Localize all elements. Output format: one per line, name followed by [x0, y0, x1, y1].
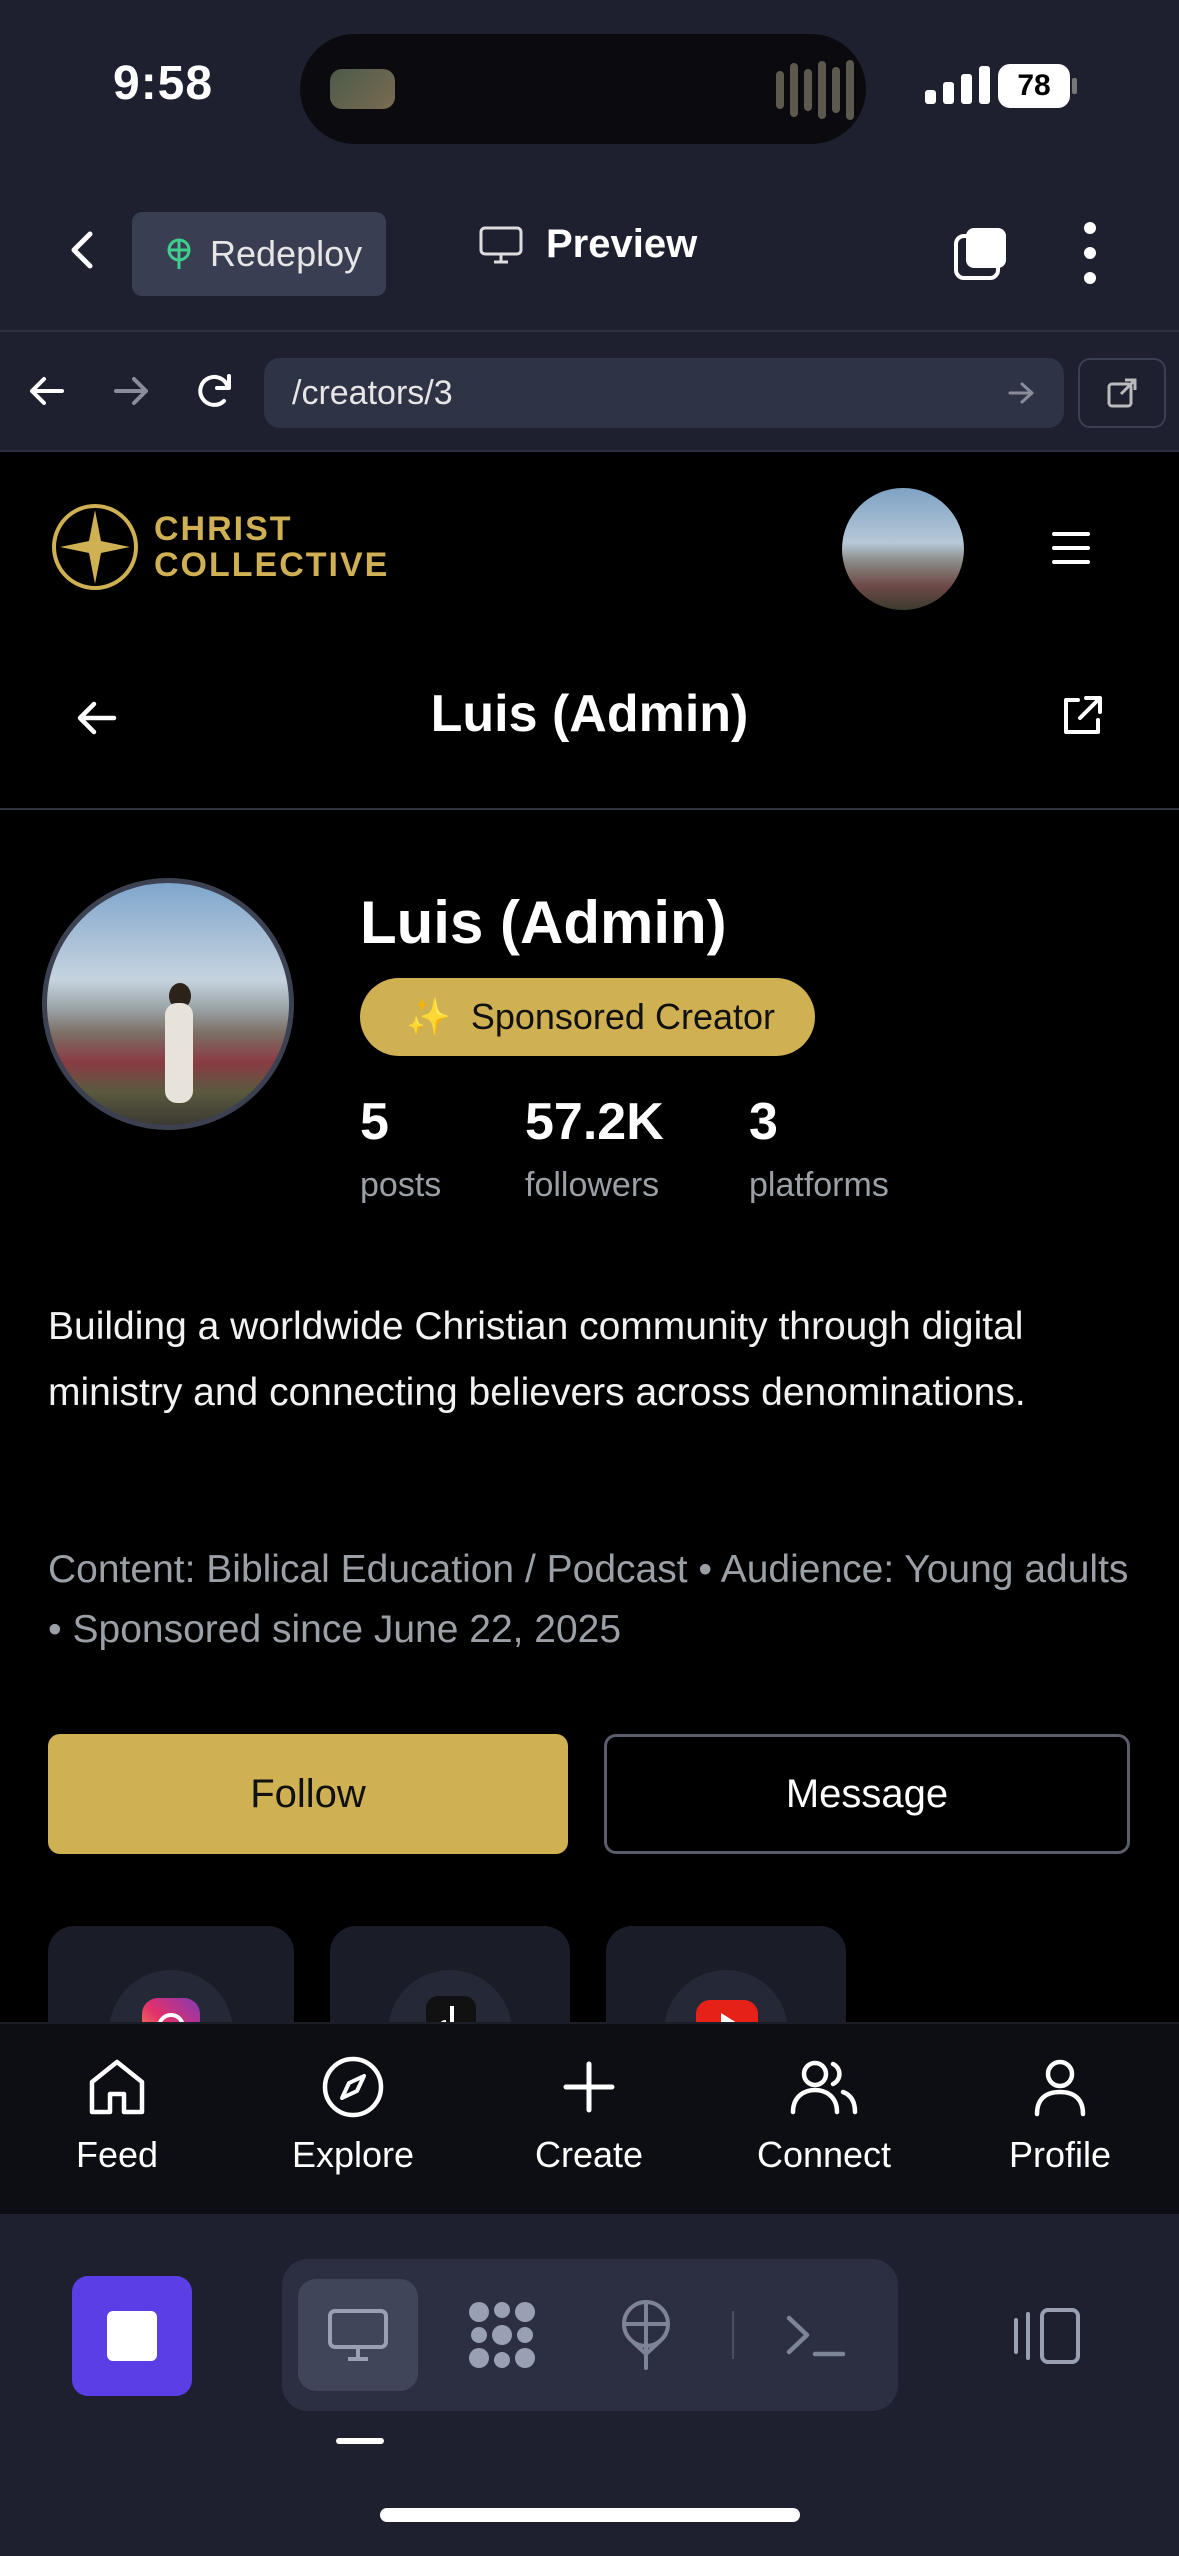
nav-create-label: Create: [534, 2134, 644, 2175]
nav-profile[interactable]: Profile: [960, 2054, 1160, 2176]
toolbar-divider: [732, 2311, 734, 2359]
url-text: /creators/3: [292, 373, 453, 412]
nav-explore-label: Explore: [291, 2134, 415, 2175]
users-icon: [790, 2060, 858, 2115]
top-toolbar: Redeploy Preview: [0, 170, 1179, 330]
external-link-icon: [1107, 378, 1137, 408]
compass-icon: [322, 2056, 384, 2118]
url-input[interactable]: /creators/3: [264, 358, 1064, 428]
star-logo-icon: [52, 504, 138, 590]
user-avatar[interactable]: [842, 488, 964, 610]
stat-platforms-value: 3: [749, 1093, 778, 1151]
home-indicator: [380, 2508, 800, 2522]
nav-feed[interactable]: Feed: [17, 2054, 217, 2176]
user-icon: [1034, 2059, 1086, 2117]
battery-nub: [1072, 78, 1077, 94]
workspace-toolbar: [0, 2214, 1179, 2556]
chevron-left-icon[interactable]: [60, 226, 108, 274]
brand-logo[interactable]: CHRIST COLLECTIVE: [50, 502, 389, 592]
tabs-icon[interactable]: [952, 224, 1010, 282]
platform-card-tiktok[interactable]: [330, 1926, 570, 2022]
redeploy-button[interactable]: Redeploy: [132, 212, 386, 296]
active-tab-indicator: [336, 2438, 384, 2444]
share-external-icon[interactable]: [1056, 690, 1108, 742]
status-bar: 9:58 78: [0, 0, 1179, 170]
now-playing-thumbnail: [330, 69, 395, 109]
terminal-icon[interactable]: [756, 2279, 876, 2391]
menu-icon[interactable]: [1052, 532, 1090, 564]
nav-create[interactable]: Create: [489, 2054, 689, 2176]
stat-posts-value: 5: [360, 1093, 389, 1151]
profile-avatar: [42, 878, 294, 1130]
profile-bio: Building a worldwide Christian community…: [48, 1305, 1026, 1414]
stat-platforms-label: platforms: [749, 1166, 889, 1204]
platform-card-instagram[interactable]: [48, 1926, 294, 2022]
page-header: Luis (Admin): [0, 642, 1179, 810]
home-icon: [89, 2059, 145, 2115]
more-options-icon[interactable]: [1080, 222, 1100, 284]
monitor-icon: [479, 226, 523, 263]
nav-explore[interactable]: Explore: [253, 2054, 453, 2176]
apps-grid-icon[interactable]: [442, 2279, 562, 2391]
open-external-button[interactable]: [1078, 358, 1166, 428]
arrow-right-icon[interactable]: [108, 368, 154, 414]
deploy-icon: [167, 238, 191, 269]
nav-feed-label: Feed: [75, 2134, 159, 2175]
panels-icon[interactable]: [1012, 2306, 1082, 2366]
view-switcher: [282, 2259, 898, 2411]
badge-label: Sponsored Creator: [470, 996, 775, 1037]
instagram-icon: [142, 1998, 200, 2022]
nav-connect-label: Connect: [756, 2134, 892, 2175]
app-viewport: CHRIST COLLECTIVE Luis (Admin) Luis (Adm…: [0, 452, 1179, 2022]
redeploy-label: Redeploy: [210, 233, 363, 274]
nav-profile-label: Profile: [1008, 2134, 1112, 2175]
monitor-icon[interactable]: [298, 2279, 418, 2391]
go-arrow-icon[interactable]: [1004, 376, 1038, 410]
youtube-icon: [696, 2000, 758, 2022]
brand-line-1: CHRIST: [154, 510, 293, 548]
message-button[interactable]: Message: [604, 1734, 1130, 1854]
battery-indicator: 78: [998, 64, 1070, 108]
brand-line-2: COLLECTIVE: [154, 546, 390, 584]
tiktok-icon: [426, 1996, 476, 2022]
follow-button[interactable]: Follow: [48, 1734, 568, 1854]
profile-meta: Content: Biblical Education / Podcast • …: [48, 1548, 1129, 1651]
stat-posts-label: posts: [360, 1166, 442, 1204]
stat-followers-value: 57.2K: [525, 1093, 664, 1151]
profile-name: Luis (Admin): [360, 889, 727, 956]
platform-card-youtube[interactable]: [606, 1926, 846, 2022]
deploy-icon[interactable]: [586, 2279, 706, 2391]
arrow-left-icon[interactable]: [24, 368, 70, 414]
stop-icon[interactable]: [72, 2276, 192, 2396]
sponsored-badge: ✨ Sponsored Creator: [360, 978, 815, 1056]
url-bar: /creators/3: [0, 330, 1179, 452]
stat-followers-label: followers: [525, 1166, 660, 1204]
clock: 9:58: [113, 57, 214, 110]
sparkles-icon: ✨: [406, 996, 451, 1037]
plus-icon: [563, 2061, 615, 2113]
preview-label: Preview: [546, 222, 698, 266]
nav-connect[interactable]: Connect: [724, 2054, 924, 2176]
reload-icon[interactable]: [192, 368, 238, 414]
app-bottom-nav: Feed Explore Create Connect Profile: [0, 2022, 1179, 2214]
cellular-signal-icon: [925, 66, 990, 104]
preview-tab[interactable]: Preview: [478, 222, 697, 267]
audio-waveform-icon: [776, 60, 854, 120]
page-title: Luis (Admin): [430, 685, 749, 743]
